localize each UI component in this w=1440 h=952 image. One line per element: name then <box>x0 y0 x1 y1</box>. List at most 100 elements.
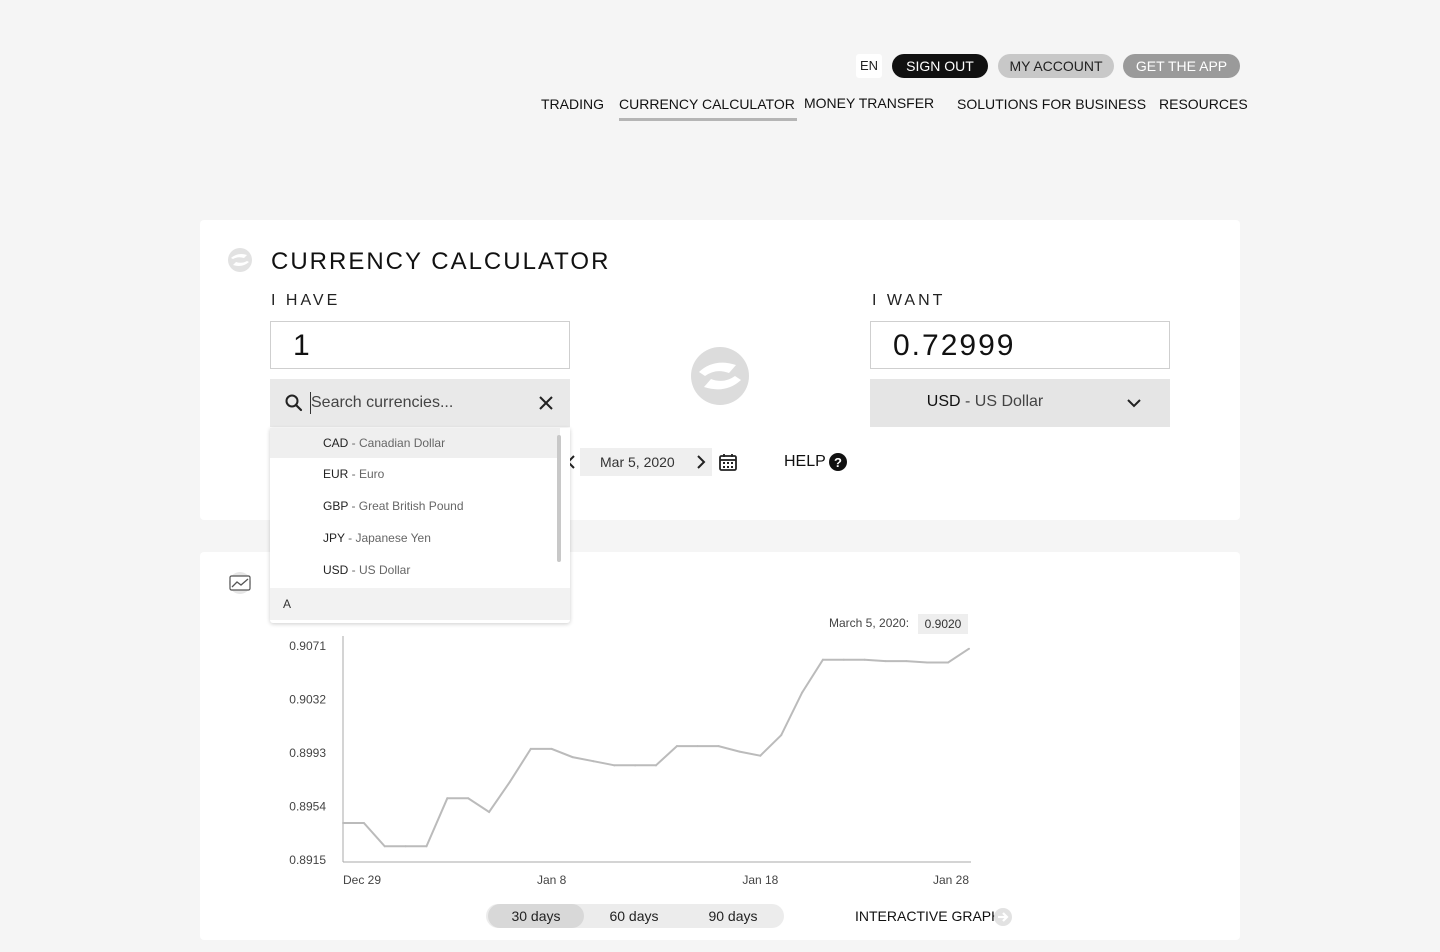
data-point <box>508 780 511 783</box>
i-want-label: I WANT <box>872 292 946 309</box>
currency-name: - Canadian Dollar <box>348 436 446 450</box>
page-title: CURRENCY CALCULATOR <box>271 248 611 275</box>
data-point <box>696 745 699 748</box>
want-currency-code: USD <box>926 393 961 410</box>
range-30-days-button[interactable]: 30 days <box>488 904 584 928</box>
dropdown-item-usd[interactable]: USD - US Dollar <box>270 555 560 585</box>
currency-code: JPY <box>323 531 345 545</box>
get-the-app-button[interactable]: GET THE APP <box>1123 54 1240 78</box>
currency-name: - Euro <box>348 467 385 481</box>
arrow-right-icon[interactable] <box>993 907 1013 927</box>
interactive-graph-link[interactable]: INTERACTIVE GRAPH <box>855 908 1001 924</box>
currency-code: USD <box>323 563 349 577</box>
y-tick-label: 0.8915 <box>289 853 326 867</box>
nav-item-money-transfer[interactable]: MONEY TRANSFER <box>804 95 934 111</box>
want-currency-select[interactable]: USD - US Dollar <box>870 379 1170 427</box>
data-point <box>675 745 678 748</box>
main-nav: TRADING CURRENCY CALCULATOR MONEY TRANSF… <box>0 95 1440 126</box>
currency-name: - US Dollar <box>348 563 411 577</box>
data-point <box>529 747 532 750</box>
nav-item-trading[interactable]: TRADING <box>541 96 604 112</box>
range-selector: 30 days 60 days 90 days <box>486 904 784 928</box>
data-point <box>759 754 762 757</box>
swap-currencies-icon[interactable] <box>690 346 750 406</box>
currency-search-box[interactable] <box>270 379 570 427</box>
data-point <box>550 747 553 750</box>
x-tick-label: Dec 29 <box>343 873 381 887</box>
language-selector[interactable]: EN <box>856 54 882 78</box>
y-tick-label: 0.8993 <box>289 746 326 760</box>
currency-dropdown: CAD - Canadian Dollar EUR - Euro GBP - G… <box>270 428 570 623</box>
currency-code: GBP <box>323 499 349 513</box>
currency-name: - Japanese Yen <box>344 531 431 545</box>
search-icon <box>285 394 303 412</box>
nav-item-resources[interactable]: RESOURCES <box>1159 96 1248 112</box>
data-point <box>780 734 783 737</box>
x-tick-label: Jan 8 <box>537 873 567 887</box>
question-mark-icon[interactable]: ? <box>828 452 848 472</box>
my-account-button[interactable]: MY ACCOUNT <box>998 54 1114 78</box>
i-have-label: I HAVE <box>271 292 341 309</box>
data-point <box>446 797 449 800</box>
data-point <box>947 661 950 664</box>
series-line <box>343 647 970 848</box>
want-amount-field[interactable]: 0.72999 <box>870 321 1170 369</box>
selected-date: Mar 5, 2020 <box>600 454 675 470</box>
data-point <box>488 810 491 813</box>
dropdown-item-cad[interactable]: CAD - Canadian Dollar <box>270 428 560 458</box>
close-icon[interactable] <box>536 393 556 413</box>
currency-code: EUR <box>323 467 349 481</box>
data-point <box>926 661 929 664</box>
currency-name: - Great British Pound <box>348 499 464 513</box>
data-point <box>863 658 866 661</box>
data-point <box>571 756 574 759</box>
range-60-days-button[interactable]: 60 days <box>586 904 682 928</box>
have-amount-value: 1 <box>293 329 310 362</box>
nav-item-solutions-for-business[interactable]: SOLUTIONS FOR BUSINESS <box>957 96 1146 112</box>
dropdown-scrollbar[interactable] <box>557 435 561 562</box>
data-point <box>404 845 407 848</box>
data-point <box>655 764 657 767</box>
data-point <box>821 658 824 661</box>
calendar-icon[interactable] <box>718 452 738 472</box>
data-point <box>801 691 804 694</box>
top-bar: EN SIGN OUT MY ACCOUNT GET THE APP <box>0 54 1440 78</box>
currency-logo-icon <box>228 248 252 272</box>
dropdown-item-eur[interactable]: EUR - Euro <box>270 459 560 489</box>
sign-out-button[interactable]: SIGN OUT <box>892 54 988 78</box>
currency-code: CAD <box>323 436 349 450</box>
dropdown-item-jpy[interactable]: JPY - Japanese Yen <box>270 523 560 553</box>
x-tick-label: Jan 28 <box>933 873 969 887</box>
data-point <box>842 658 845 661</box>
chevron-down-icon <box>1127 399 1141 408</box>
data-point <box>717 745 720 748</box>
y-tick-label: 0.8954 <box>289 800 326 814</box>
nav-item-currency-calculator[interactable]: CURRENCY CALCULATOR <box>619 96 797 121</box>
help-link[interactable]: HELP <box>784 453 826 471</box>
data-point <box>383 845 386 848</box>
range-90-days-button[interactable]: 90 days <box>685 904 781 928</box>
y-tick-label: 0.9071 <box>289 639 326 653</box>
have-amount-field[interactable]: 1 <box>270 321 570 369</box>
chevron-right-icon[interactable] <box>694 454 708 470</box>
svg-text:?: ? <box>834 455 842 470</box>
date-picker[interactable]: Mar 5, 2020 <box>566 448 712 476</box>
want-amount-value: 0.72999 <box>893 329 1016 362</box>
data-point <box>613 764 616 767</box>
data-point <box>738 750 741 753</box>
data-point <box>634 764 637 767</box>
rate-line-chart[interactable]: 0.9071 0.9032 0.8993 0.8954 0.8915 Dec 29 Jan … <box>280 612 1020 892</box>
data-point <box>884 660 887 663</box>
data-point <box>592 760 595 763</box>
data-point <box>968 647 970 650</box>
currency-search-input[interactable] <box>310 392 511 414</box>
line-graph-icon <box>229 572 251 594</box>
data-point <box>905 660 908 663</box>
data-point <box>425 845 428 848</box>
want-currency-name: - US Dollar <box>960 393 1044 410</box>
data-point <box>342 821 344 824</box>
data-point <box>362 821 365 824</box>
dropdown-item-gbp[interactable]: GBP - Great British Pound <box>270 491 560 521</box>
want-currency-selected: USD - US Dollar <box>870 393 1100 411</box>
x-tick-label: Jan 18 <box>742 873 778 887</box>
